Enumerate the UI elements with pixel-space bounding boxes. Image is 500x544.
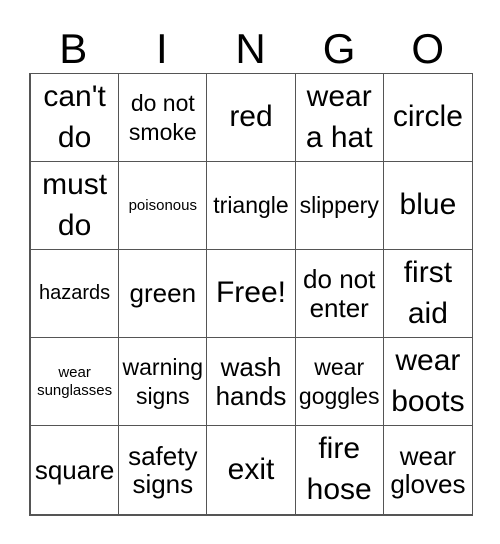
bingo-cell: wear sunglasses: [31, 338, 120, 426]
bingo-cell: square: [31, 426, 120, 514]
header-letter-g: G: [322, 25, 356, 72]
cell-text: fire hose: [306, 432, 372, 506]
bingo-cell: wear gloves: [384, 426, 472, 514]
cell-text: Free!: [215, 276, 286, 310]
bingo-cell: do not enter: [295, 250, 384, 338]
cell-text: square: [34, 454, 115, 485]
bingo-cell: poisonous: [119, 162, 208, 250]
cell-text: safety signs: [128, 440, 198, 499]
bingo-cell: hazards: [31, 250, 120, 338]
bingo-cell: red: [207, 74, 296, 162]
bingo-cell: green: [119, 250, 208, 338]
cell-text: poisonous: [128, 196, 197, 214]
bingo-cell: triangle: [207, 162, 296, 250]
header-letter-i: I: [156, 25, 168, 72]
bingo-cell: wear goggles: [295, 338, 384, 426]
cell-text: wear a hat: [305, 79, 373, 154]
cell-text: warning signs: [122, 353, 204, 409]
free-space-cell: Free!: [207, 250, 296, 338]
cell-text: circle: [392, 100, 463, 134]
bingo-cell: wear boots: [383, 338, 472, 426]
bingo-cell: circle: [383, 74, 472, 162]
bingo-cell: first aid: [383, 250, 472, 338]
cell-text: wear sunglasses: [37, 363, 113, 399]
cell-text: do not smoke: [128, 89, 197, 145]
cell-text: exit: [227, 452, 275, 486]
bingo-cell: blue: [383, 162, 472, 250]
bingo-cell: wash hands: [207, 338, 296, 426]
bingo-header: B I N G O: [29, 26, 472, 72]
cell-text: hazards: [39, 281, 111, 304]
bingo-cell: must do: [31, 162, 120, 250]
cell-text: triangle: [213, 192, 289, 219]
header-letter-b: B: [59, 25, 88, 72]
bingo-cell: wear a hat: [295, 74, 384, 162]
cell-text: first aid: [403, 255, 453, 330]
cell-text: wash hands: [215, 352, 287, 411]
bingo-cell: fire hose: [296, 426, 384, 514]
cell-text: slippery: [299, 192, 379, 219]
bingo-cell: warning signs: [119, 338, 208, 426]
cell-text: green: [129, 278, 197, 309]
cell-text: wear boots: [391, 343, 465, 418]
bingo-cell: do not smoke: [119, 74, 208, 162]
bingo-grid: can't do do not smoke red wear a hat circle m…: [29, 73, 473, 516]
cell-text: do not enter: [303, 264, 376, 323]
header-letter-o: O: [411, 25, 444, 72]
cell-text: must do: [42, 167, 108, 242]
cell-text: blue: [399, 188, 457, 222]
bingo-cell: safety signs: [119, 426, 208, 514]
cell-text: wear goggles: [298, 353, 380, 409]
bingo-cell: can't do: [31, 74, 120, 162]
cell-text: wear gloves: [390, 440, 466, 499]
bingo-cell: exit: [207, 426, 296, 514]
cell-text: red: [229, 100, 273, 134]
header-letter-n: N: [235, 25, 266, 72]
bingo-cell: slippery: [295, 162, 384, 250]
cell-text: can't do: [43, 79, 106, 154]
